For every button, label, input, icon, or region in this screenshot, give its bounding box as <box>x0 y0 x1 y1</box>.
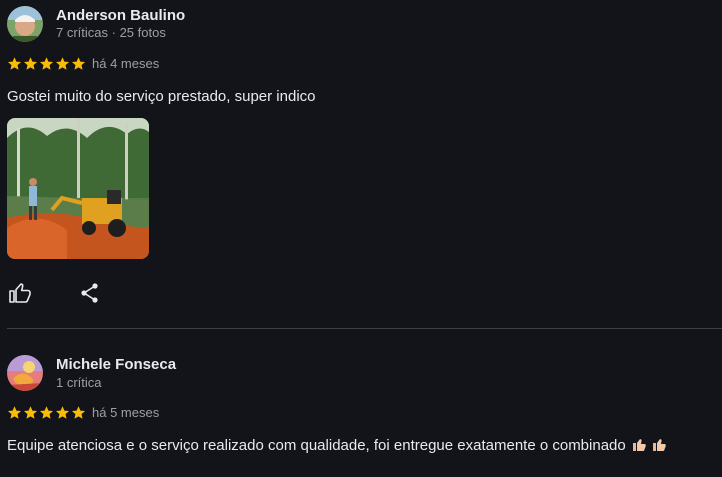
star-icon <box>7 57 22 70</box>
avatar[interactable] <box>7 6 43 42</box>
star-icon <box>71 406 86 419</box>
share-button[interactable] <box>78 281 102 305</box>
star-rating <box>7 56 86 71</box>
review-date: há 5 meses <box>92 405 160 420</box>
reviewer-meta: 7 críticas · 25 fotos <box>56 25 166 40</box>
review-text-line: Equipe atenciosa e o serviço realizado c… <box>7 437 666 456</box>
review-photo[interactable] <box>7 118 149 259</box>
reviewer-name[interactable]: Anderson Baulino <box>56 7 185 24</box>
star-icon <box>71 57 86 70</box>
star-icon <box>39 406 54 419</box>
review-text: Equipe atenciosa e o serviço realizado c… <box>7 437 626 454</box>
review-text: Gostei muito do serviço prestado, super … <box>7 88 316 105</box>
star-icon <box>23 406 38 419</box>
star-icon <box>39 57 54 70</box>
avatar[interactable] <box>7 355 43 391</box>
star-rating <box>7 405 86 420</box>
reviewer-meta: 1 crítica <box>56 375 102 390</box>
review-date: há 4 meses <box>92 56 160 71</box>
star-icon <box>7 406 22 419</box>
reviewer-name[interactable]: Michele Fonseca <box>56 356 176 373</box>
star-icon <box>23 57 38 70</box>
review-michele: Michele Fonseca 1 crítica há 5 meses Equ… <box>0 329 722 477</box>
like-button[interactable] <box>8 281 32 305</box>
star-icon <box>55 406 70 419</box>
thumbs-up-emoji-icon <box>632 437 646 456</box>
review-anderson: Anderson Baulino 7 críticas · 25 fotos h… <box>0 0 722 328</box>
thumbs-up-emoji-icon <box>652 437 666 456</box>
star-icon <box>55 57 70 70</box>
